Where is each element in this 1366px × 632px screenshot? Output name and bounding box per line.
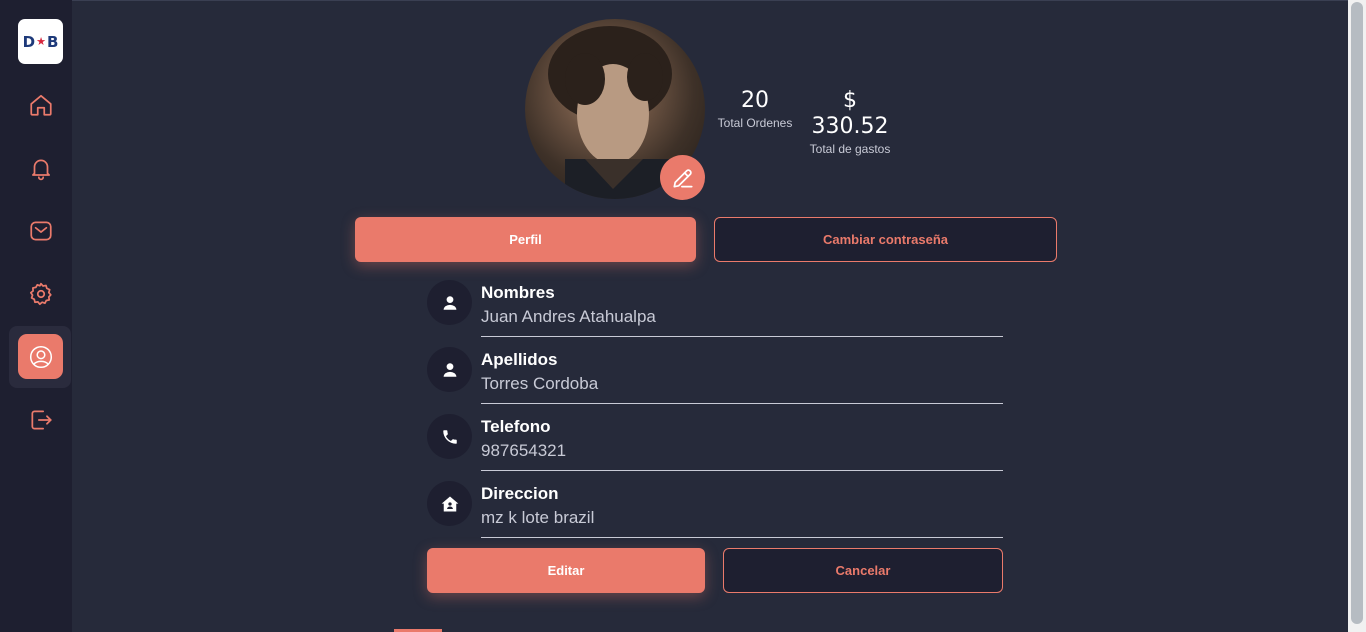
field-icon-wrap (427, 280, 472, 325)
cancel-button[interactable]: Cancelar (723, 548, 1003, 593)
scrollbar[interactable] (1348, 0, 1366, 632)
mail-icon (29, 220, 52, 241)
user-icon (443, 362, 456, 377)
field-value[interactable]: mz k lote brazil (481, 508, 594, 528)
field-value[interactable]: Torres Cordoba (481, 374, 598, 394)
logo-letter-d: D (22, 32, 36, 51)
field-label: Apellidos (481, 350, 558, 369)
field-nombres: Nombres Juan Andres Atahualpa (427, 280, 1003, 338)
stat-total-orders: 20 Total Ordenes (712, 88, 798, 131)
stat-label: Total de gastos (809, 142, 891, 156)
sidebar-item-profile[interactable] (18, 334, 63, 379)
field-divider (481, 537, 1003, 538)
field-label: Direccion (481, 484, 559, 503)
sidebar-item-notifications[interactable] (18, 145, 63, 190)
field-telefono: Telefono 987654321 (427, 414, 1003, 472)
pencil-icon (672, 168, 693, 188)
app-logo[interactable]: D ★ B (18, 19, 63, 64)
user-icon (443, 295, 456, 310)
bell-icon (31, 159, 50, 180)
field-icon-wrap (427, 347, 472, 392)
field-divider (481, 470, 1003, 471)
field-value[interactable]: Juan Andres Atahualpa (481, 307, 656, 327)
tab-profile[interactable]: Perfil (355, 217, 696, 262)
field-direccion: Direccion mz k lote brazil (427, 481, 1003, 539)
field-label: Nombres (481, 283, 555, 302)
gear-icon (29, 282, 52, 305)
tab-change-password[interactable]: Cambiar contraseña (714, 217, 1057, 262)
logo-star: ★ (36, 35, 46, 48)
logout-icon (30, 409, 52, 430)
field-icon-wrap (427, 414, 472, 459)
sidebar-item-home[interactable] (18, 82, 63, 127)
edit-button[interactable]: Editar (427, 548, 705, 593)
sidebar-item-settings[interactable] (18, 271, 63, 316)
sidebar-item-logout[interactable] (18, 397, 63, 442)
stat-total-spent: $ 330.52 Total de gastos (803, 88, 897, 157)
phone-icon (442, 429, 457, 444)
field-apellidos: Apellidos Torres Cordoba (427, 347, 1003, 405)
stat-value: $ 330.52 (811, 88, 889, 139)
logo-letter-b: B (46, 32, 59, 51)
edit-avatar-button[interactable] (660, 155, 705, 200)
sidebar-item-messages[interactable] (18, 208, 63, 253)
field-divider (481, 403, 1003, 404)
field-divider (481, 336, 1003, 337)
top-border (72, 0, 1348, 1)
user-circle-icon (29, 345, 52, 368)
field-value[interactable]: 987654321 (481, 441, 566, 461)
sidebar: D ★ B (0, 0, 72, 632)
field-icon-wrap (427, 481, 472, 526)
stat-label: Total Ordenes (717, 116, 793, 130)
field-label: Telefono (481, 417, 551, 436)
home-icon (29, 94, 52, 116)
scrollbar-thumb[interactable] (1351, 2, 1363, 624)
house-icon (441, 496, 458, 511)
stat-value: 20 (741, 88, 769, 113)
